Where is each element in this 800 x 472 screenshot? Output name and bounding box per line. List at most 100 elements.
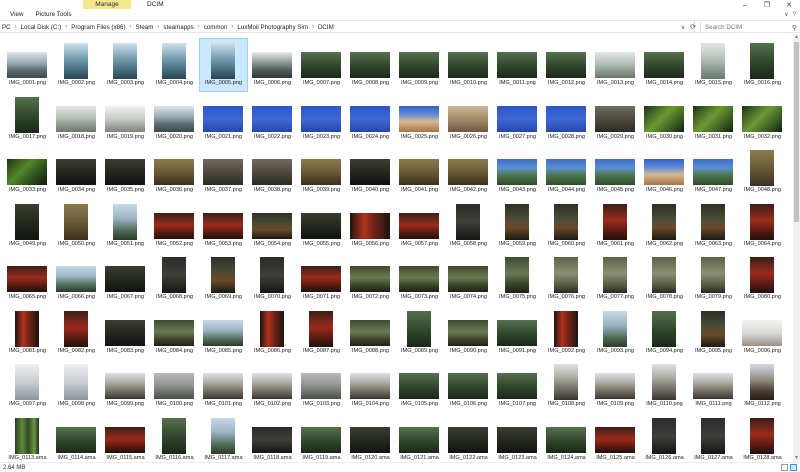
file-item[interactable]: IMG_0039.png <box>297 145 346 199</box>
file-item[interactable]: IMG_0003.png <box>101 38 150 92</box>
file-item[interactable]: IMG_0098.png <box>52 359 101 413</box>
breadcrumb-item[interactable]: DCIM <box>318 24 334 31</box>
file-item[interactable]: IMG_0090.png <box>444 306 493 360</box>
file-item[interactable]: IMG_0004.png <box>150 38 199 92</box>
file-item[interactable]: IMG_0006.png <box>248 38 297 92</box>
file-item[interactable]: IMG_0096.png <box>738 306 787 360</box>
file-item[interactable]: IMG_0036.png <box>150 145 199 199</box>
breadcrumb-item[interactable]: Program Files (x86) <box>71 24 125 31</box>
file-item[interactable]: IMG_0124.ama <box>542 413 591 463</box>
breadcrumb-item[interactable]: common <box>204 24 228 31</box>
file-item[interactable]: IMG_0030.png <box>640 92 689 146</box>
file-item[interactable]: IMG_0063.png <box>689 199 738 253</box>
file-item[interactable]: IMG_0022.png <box>248 92 297 146</box>
file-item[interactable]: IMG_0093.png <box>591 306 640 360</box>
file-item[interactable]: IMG_0079.png <box>689 252 738 306</box>
breadcrumb-separator-icon[interactable]: › <box>194 24 204 30</box>
file-item[interactable]: IMG_0035.png <box>101 145 150 199</box>
file-item[interactable]: IMG_0024.png <box>346 92 395 146</box>
file-item[interactable]: IMG_0012.png <box>542 38 591 92</box>
file-item[interactable]: IMG_0051.png <box>101 199 150 253</box>
tab-picture-tools[interactable]: Picture Tools <box>30 10 78 19</box>
breadcrumb-separator-icon[interactable]: › <box>61 24 71 30</box>
large-icons-view-icon[interactable] <box>790 464 797 471</box>
file-item[interactable]: IMG_0089.png <box>395 306 444 360</box>
file-item[interactable]: IMG_0043.png <box>493 145 542 199</box>
file-item[interactable]: IMG_0037.png <box>199 145 248 199</box>
file-item[interactable]: IMG_0009.png <box>395 38 444 92</box>
file-item[interactable]: IMG_0125.ama <box>591 413 640 463</box>
file-item[interactable]: IMG_0064.png <box>738 199 787 253</box>
file-item[interactable]: IMG_0082.png <box>52 306 101 360</box>
file-item[interactable]: IMG_0097.png <box>3 359 52 413</box>
file-item[interactable]: IMG_0119.ama <box>297 413 346 463</box>
details-view-icon[interactable] <box>781 464 788 471</box>
file-item[interactable]: IMG_0111.png <box>689 359 738 413</box>
file-item[interactable]: IMG_0041.png <box>395 145 444 199</box>
file-item[interactable]: IMG_0060.png <box>542 199 591 253</box>
file-item[interactable]: IMG_0020.png <box>150 92 199 146</box>
search-box[interactable]: ⚲ <box>700 22 800 33</box>
breadcrumb-item[interactable]: steamapps <box>163 24 193 31</box>
file-item[interactable]: IMG_0084.png <box>150 306 199 360</box>
file-item[interactable]: IMG_0121.ama <box>395 413 444 463</box>
file-item[interactable]: IMG_0046.png <box>640 145 689 199</box>
file-item[interactable]: IMG_0127.ama <box>689 413 738 463</box>
file-item[interactable]: IMG_0028.png <box>542 92 591 146</box>
scroll-down-icon[interactable]: ▼ <box>793 455 800 462</box>
file-item[interactable]: IMG_0083.png <box>101 306 150 360</box>
file-item[interactable]: IMG_0027.png <box>493 92 542 146</box>
file-item[interactable]: IMG_0038.png <box>248 145 297 199</box>
file-item[interactable]: IMG_0050.png <box>52 199 101 253</box>
file-item[interactable]: IMG_0061.png <box>591 199 640 253</box>
file-item[interactable]: IMG_0007.png <box>297 38 346 92</box>
file-item[interactable]: IMG_0106.png <box>444 359 493 413</box>
file-item[interactable]: IMG_0026.png <box>444 92 493 146</box>
file-item[interactable]: IMG_0099.png <box>101 359 150 413</box>
file-item[interactable]: IMG_0032.png <box>738 92 787 146</box>
breadcrumb-separator-icon[interactable]: › <box>227 24 237 30</box>
file-item[interactable]: IMG_0010.png <box>444 38 493 92</box>
breadcrumb[interactable]: PC › Local Disk (C:) › Program Files (x86) › S… <box>0 21 695 33</box>
file-item[interactable]: IMG_0052.png <box>150 199 199 253</box>
file-item[interactable]: IMG_0114.ama <box>52 413 101 463</box>
file-item[interactable]: IMG_0056.png <box>346 199 395 253</box>
file-item[interactable]: IMG_0128.ama <box>738 413 787 463</box>
file-item[interactable]: IMG_0059.png <box>493 199 542 253</box>
file-item[interactable]: IMG_0044.png <box>542 145 591 199</box>
breadcrumb-item[interactable]: LuxMoil Photography Sim <box>237 24 308 31</box>
file-item[interactable]: IMG_0103.png <box>297 359 346 413</box>
file-item[interactable]: IMG_0045.png <box>591 145 640 199</box>
file-item[interactable]: IMG_0072.png <box>346 252 395 306</box>
file-item[interactable]: IMG_0126.ama <box>640 413 689 463</box>
breadcrumb-separator-icon[interactable]: › <box>308 24 318 30</box>
file-item[interactable]: IMG_0068.png <box>150 252 199 306</box>
file-item[interactable]: IMG_0062.png <box>640 199 689 253</box>
file-item[interactable]: IMG_0120.ama <box>346 413 395 463</box>
file-item[interactable]: IMG_0025.png <box>395 92 444 146</box>
file-item[interactable]: IMG_0100.png <box>150 359 199 413</box>
breadcrumb-separator-icon[interactable]: › <box>11 24 21 30</box>
file-item[interactable]: IMG_0086.png <box>248 306 297 360</box>
file-item[interactable]: IMG_0071.png <box>297 252 346 306</box>
file-item[interactable]: IMG_0094.png <box>640 306 689 360</box>
refresh-icon[interactable]: ⟳ <box>687 21 699 33</box>
file-item[interactable]: IMG_0102.png <box>248 359 297 413</box>
file-item[interactable]: IMG_0034.png <box>52 145 101 199</box>
file-item[interactable]: IMG_0122.ama <box>444 413 493 463</box>
file-item[interactable]: IMG_0104.png <box>346 359 395 413</box>
file-item[interactable]: IMG_0002.png <box>52 38 101 92</box>
file-item[interactable]: IMG_0054.png <box>248 199 297 253</box>
file-item[interactable]: IMG_0101.png <box>199 359 248 413</box>
file-item[interactable]: IMG_0095.png <box>689 306 738 360</box>
scroll-thumb[interactable] <box>794 42 799 222</box>
close-button[interactable]: ✕ <box>778 0 800 10</box>
file-item[interactable]: IMG_0042.png <box>444 145 493 199</box>
breadcrumb-item[interactable]: Steam <box>136 24 154 31</box>
maximize-button[interactable]: ❐ <box>756 0 778 10</box>
file-item[interactable]: IMG_0118.ama <box>248 413 297 463</box>
file-item[interactable]: IMG_0091.png <box>493 306 542 360</box>
file-item[interactable]: IMG_0069.png <box>199 252 248 306</box>
file-item[interactable]: IMG_0092.png <box>542 306 591 360</box>
file-item[interactable]: IMG_0123.ama <box>493 413 542 463</box>
